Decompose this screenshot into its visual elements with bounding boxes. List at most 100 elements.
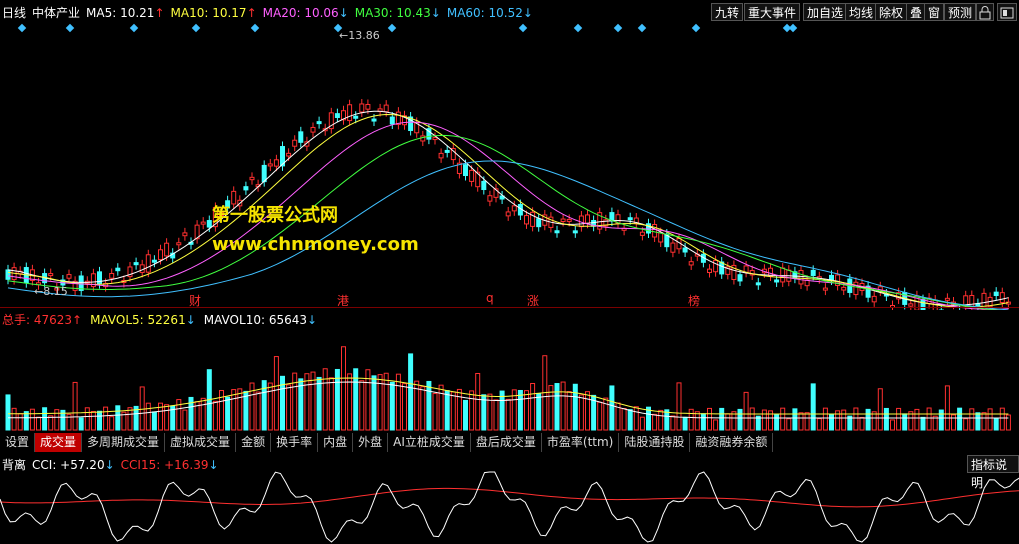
high-price-label: ←13.86 <box>339 29 380 42</box>
major-events-button[interactable]: 重大事件 <box>744 3 801 21</box>
tab-ai-volume[interactable]: AI立桩成交量 <box>388 433 471 452</box>
candle <box>389 116 395 125</box>
volume-bar <box>432 393 438 431</box>
tab-northbound-holdings[interactable]: 陆股通持股 <box>619 433 691 452</box>
volume-bar <box>54 409 60 431</box>
panel-toggle-icon[interactable] <box>997 3 1017 21</box>
tab-inner-volume[interactable]: 内盘 <box>318 433 354 452</box>
volume-bar <box>999 407 1005 431</box>
candle <box>365 103 371 110</box>
ma60-value: MA60: 10.52↓ <box>447 6 533 20</box>
volume-bar <box>676 382 682 431</box>
volume-bar <box>938 409 944 431</box>
candle <box>249 176 255 181</box>
ex-rights-button[interactable]: 除权 <box>875 3 908 21</box>
volume-bar <box>914 408 920 431</box>
volume-bar <box>408 353 414 431</box>
lock-icon[interactable] <box>976 3 994 21</box>
tab-volume[interactable]: 成交量 <box>35 433 83 452</box>
volume-bar <box>395 373 401 431</box>
candle <box>554 230 560 234</box>
volume-bar <box>225 396 231 431</box>
candle <box>920 299 926 310</box>
candle <box>670 242 676 253</box>
volume-bar <box>5 394 11 431</box>
candle <box>420 135 426 142</box>
volume-bar <box>883 407 889 431</box>
candle <box>682 247 688 253</box>
volume-bar <box>792 408 798 431</box>
stock-name: 中体产业 <box>32 6 81 20</box>
candle <box>639 231 645 236</box>
tab-outer-volume[interactable]: 外盘 <box>353 433 389 452</box>
volume-bar <box>609 385 615 431</box>
volume-bar <box>688 408 694 431</box>
ma20-label: MA20: 10.06 <box>262 5 339 20</box>
volume-bar <box>237 388 243 431</box>
volume-bar <box>78 417 84 431</box>
volume-bar <box>993 418 999 431</box>
divider <box>0 307 1019 308</box>
volume-chart[interactable] <box>0 324 1019 433</box>
candle <box>158 249 163 261</box>
candle <box>267 163 273 167</box>
candle <box>243 186 249 191</box>
event-marker-q[interactable]: q <box>486 291 494 305</box>
candle <box>737 274 743 282</box>
volume-bar <box>109 416 115 431</box>
volume-bar <box>103 406 109 431</box>
jiuzhuan-button[interactable]: 九转 <box>711 3 744 21</box>
price-header: 日线 中体产业 MA5: 10.21↑ MA10: 10.17↑ MA20: 1… <box>2 4 539 21</box>
window-button[interactable]: 窗 <box>924 3 945 21</box>
candle <box>652 224 658 238</box>
volume-bar <box>304 373 310 431</box>
tab-virtual-volume[interactable]: 虚拟成交量 <box>165 433 237 452</box>
tab-amount[interactable]: 金额 <box>236 433 272 452</box>
candle <box>145 254 151 273</box>
volume-bar <box>652 413 658 431</box>
volume-bar <box>292 372 298 431</box>
candle <box>560 218 566 223</box>
volume-bar <box>774 414 780 431</box>
tab-after-hours-volume[interactable]: 盘后成交量 <box>471 433 542 452</box>
ma-button[interactable]: 均线 <box>845 3 878 21</box>
volume-bar <box>164 404 170 431</box>
tab-multi-period-volume[interactable]: 多周期成交量 <box>82 433 166 452</box>
volume-bar <box>658 409 664 431</box>
candle <box>371 118 377 122</box>
candle <box>810 269 816 276</box>
add-watchlist-button[interactable]: 加自选 <box>803 3 848 21</box>
volume-bar <box>139 386 145 431</box>
volume-bar <box>902 413 908 431</box>
volume-bar <box>115 405 121 431</box>
price-chart[interactable] <box>0 20 1019 310</box>
candle <box>755 282 761 286</box>
forecast-button[interactable]: 预测 <box>944 3 977 21</box>
diamond-marker <box>191 23 201 33</box>
volume-bar <box>72 381 78 431</box>
volume-bar <box>786 418 792 431</box>
low-price-label: ←8.15 <box>34 285 68 298</box>
candle <box>536 218 542 228</box>
volume-bar <box>737 408 743 431</box>
candle <box>908 303 914 307</box>
volume-bar <box>566 391 572 431</box>
volume-bar <box>810 383 816 431</box>
tab-pe-ttm[interactable]: 市盈率(ttm) <box>542 433 620 452</box>
period-label[interactable]: 日线 <box>2 4 26 21</box>
overlay-button[interactable]: 叠 <box>906 3 927 21</box>
candle <box>585 214 590 224</box>
candle <box>310 126 316 133</box>
candle <box>444 149 450 153</box>
diamond-marker <box>613 23 623 33</box>
volume-bar <box>822 407 828 431</box>
candle <box>48 273 54 277</box>
volume-bar <box>749 407 755 431</box>
tab-margin-balance[interactable]: 融资融券余额 <box>690 433 774 452</box>
volume-bar <box>829 414 834 431</box>
tab-settings[interactable]: 设置 <box>0 433 36 452</box>
cci-chart[interactable] <box>0 470 1019 544</box>
volume-bar <box>1005 414 1011 431</box>
volume-bar <box>530 382 536 431</box>
tab-turnover[interactable]: 换手率 <box>271 433 319 452</box>
